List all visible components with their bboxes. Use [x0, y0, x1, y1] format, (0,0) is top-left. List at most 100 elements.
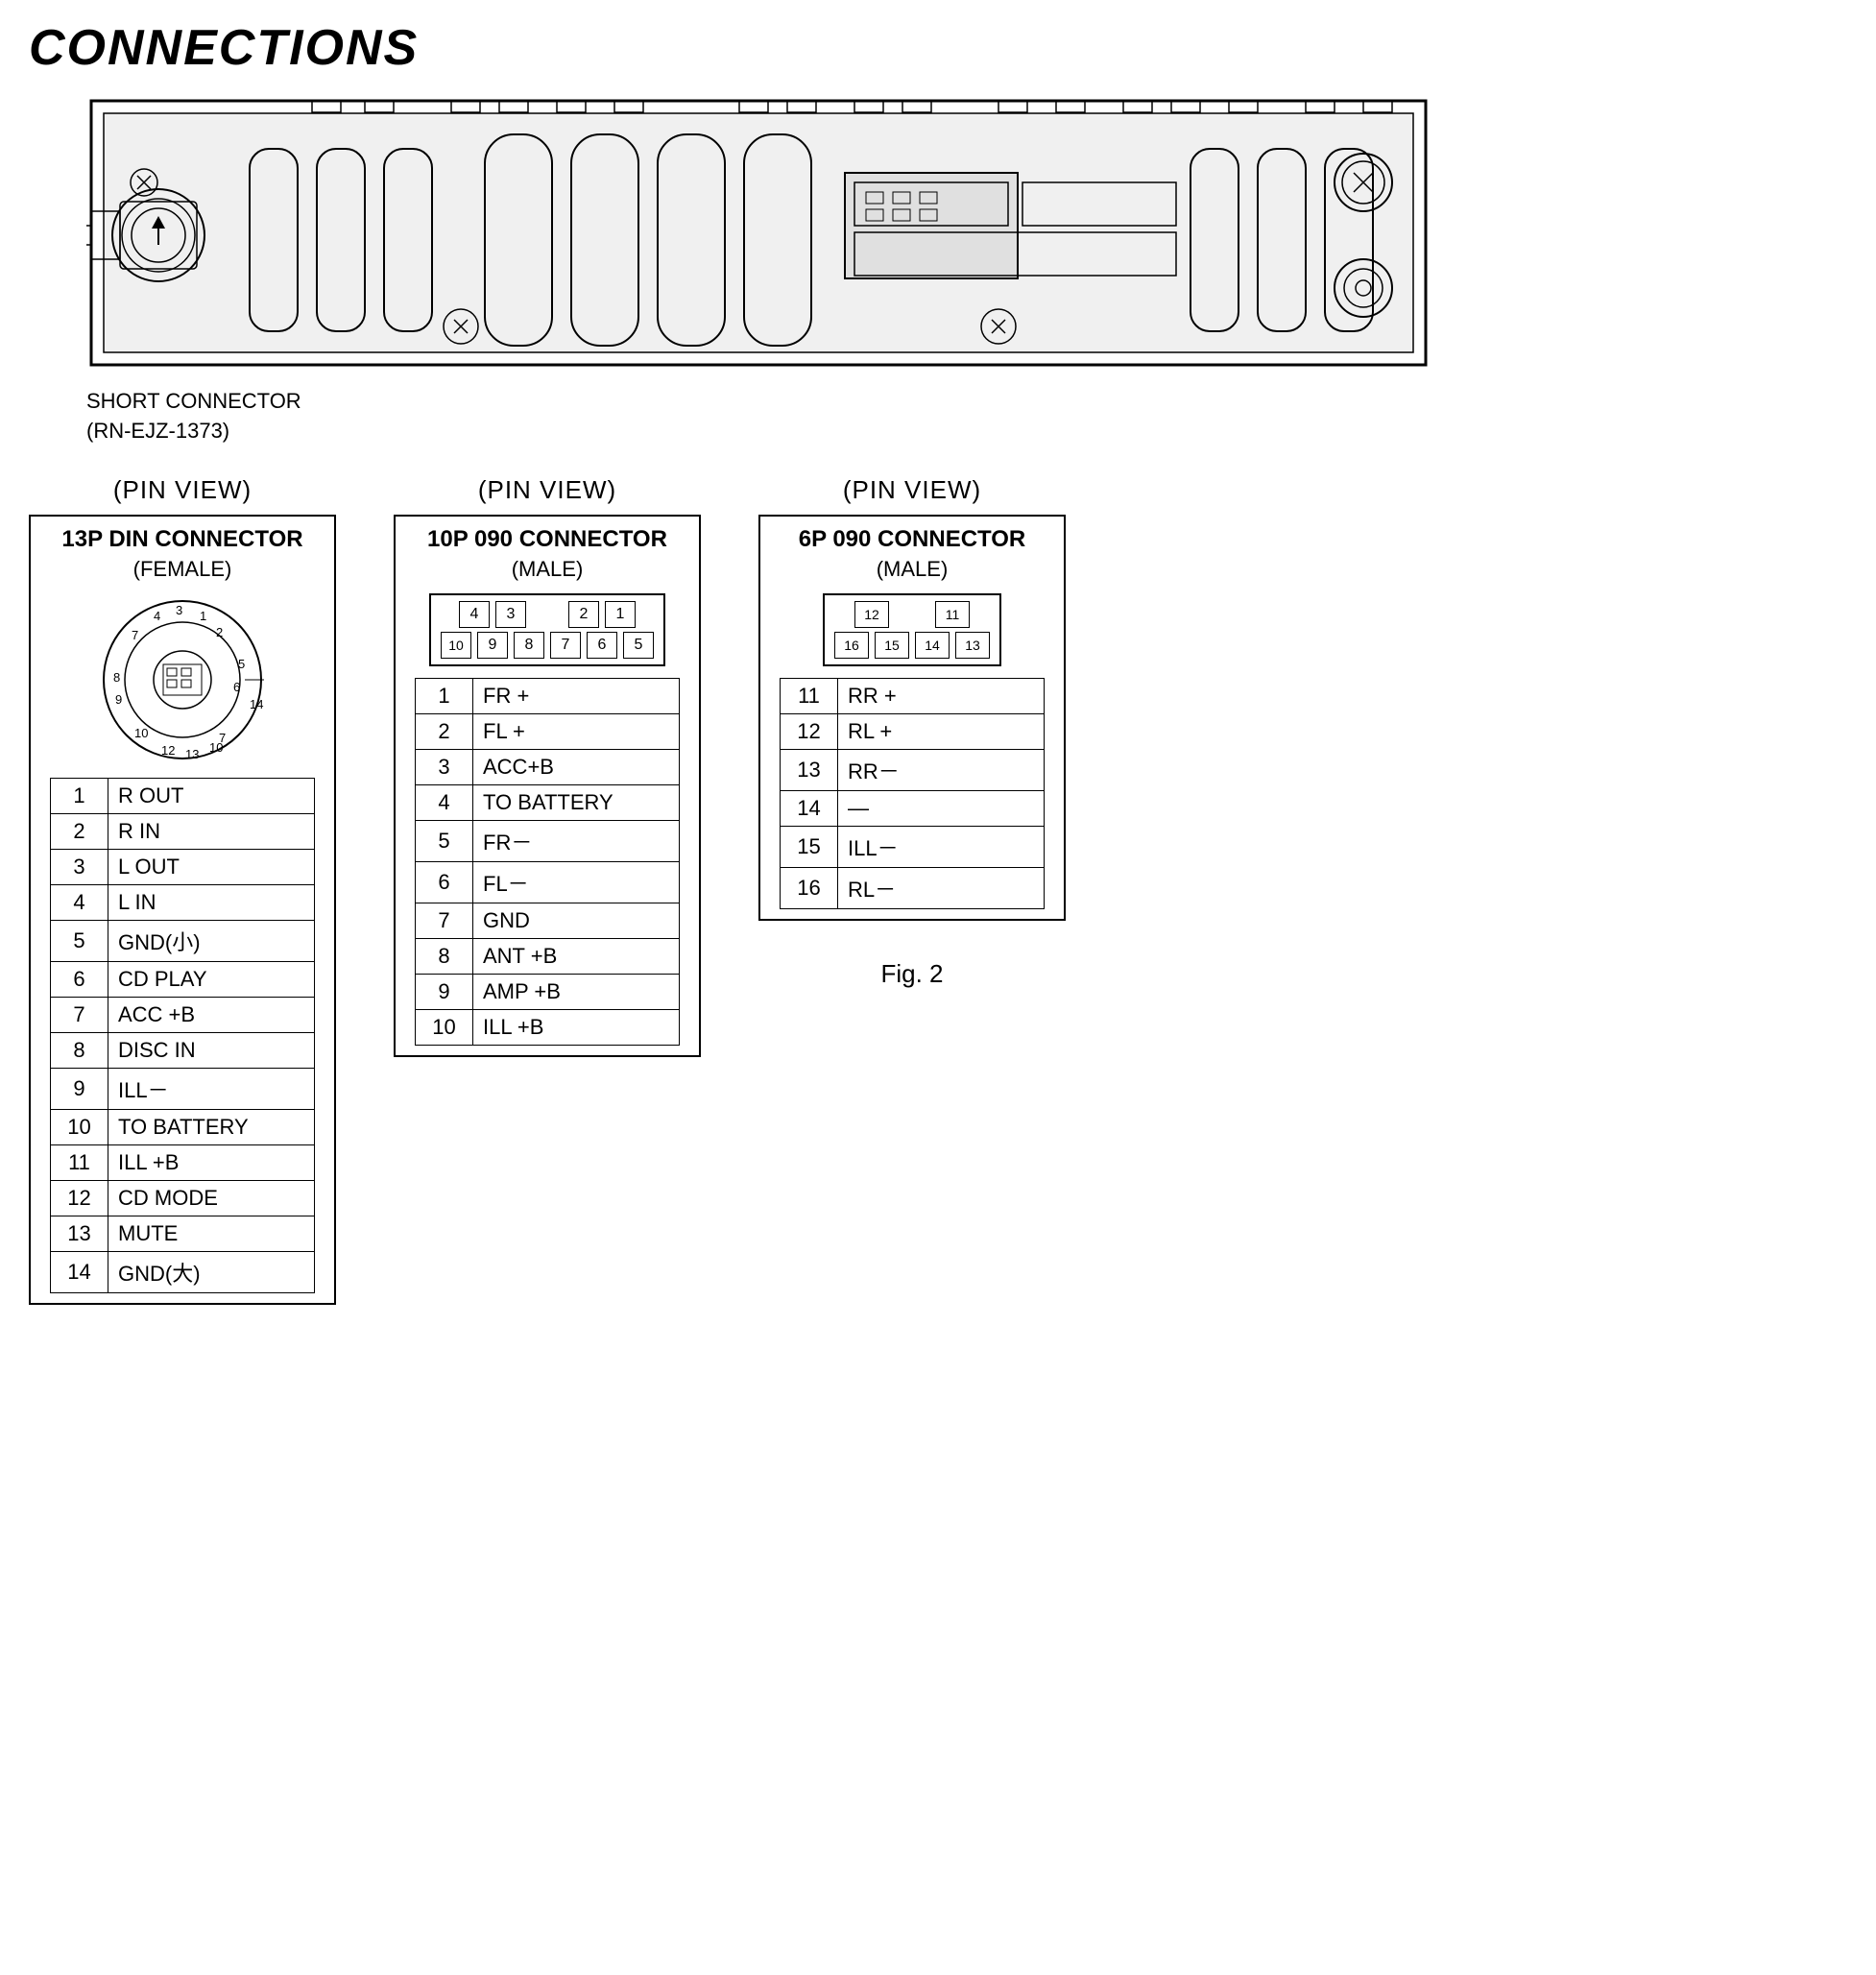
table-row: 9AMP +B [416, 974, 680, 1009]
pin-label: RL－ [838, 867, 1045, 908]
pin-label: RL + [838, 713, 1045, 749]
table-row: 11ILL +B [51, 1144, 315, 1180]
table-row: 3ACC+B [416, 749, 680, 784]
pin-number: 5 [416, 820, 473, 861]
svg-text:14: 14 [250, 697, 263, 711]
pin-number: 1 [51, 778, 108, 813]
pin-number: 1 [416, 678, 473, 713]
pin-label: ILL－ [108, 1068, 315, 1109]
svg-text:1: 1 [200, 609, 206, 623]
pin-number: 14 [51, 1251, 108, 1292]
pin-number: 13 [781, 749, 838, 790]
pin-label: GND(小) [108, 920, 315, 961]
pin-view-label-6p: (PIN VIEW) [843, 475, 981, 505]
table-row: 14GND(大) [51, 1251, 315, 1292]
pin-number: 6 [51, 961, 108, 997]
pin-label: AMP +B [473, 974, 680, 1009]
connector-13p-table: 1R OUT2R IN3L OUT4L IN5GND(小)6CD PLAY7AC… [50, 778, 315, 1293]
table-row: 4TO BATTERY [416, 784, 680, 820]
page-title: CONNECTIONS [29, 19, 1847, 77]
table-row: 2R IN [51, 813, 315, 849]
pin-label: FR + [473, 678, 680, 713]
pin-number: 4 [416, 784, 473, 820]
pin-number: 4 [51, 884, 108, 920]
table-row: 7ACC +B [51, 997, 315, 1032]
pin-label: GND [473, 903, 680, 938]
pin-number: 9 [51, 1068, 108, 1109]
pin-number: 7 [51, 997, 108, 1032]
table-row: 3L OUT [51, 849, 315, 884]
pin-number: 16 [781, 867, 838, 908]
table-row: 13RR－ [781, 749, 1045, 790]
pin-label: ACC+B [473, 749, 680, 784]
table-row: 8DISC IN [51, 1032, 315, 1068]
connector-10p-title: 10P 090 CONNECTOR [415, 526, 680, 553]
svg-text:9: 9 [115, 692, 122, 707]
pin-number: 8 [416, 938, 473, 974]
pin-label: DISC IN [108, 1032, 315, 1068]
table-row: 9ILL－ [51, 1068, 315, 1109]
table-row: 13MUTE [51, 1216, 315, 1251]
pin-number: 7 [416, 903, 473, 938]
svg-text:12: 12 [161, 743, 175, 758]
pin-label: L OUT [108, 849, 315, 884]
table-row: 14— [781, 790, 1045, 826]
connector-10p-table: 1FR +2FL +3ACC+B4TO BATTERY5FR－6FL－7GND8… [415, 678, 680, 1046]
svg-text:8: 8 [113, 670, 120, 685]
connector-6p-diagram: 12 11 16 15 14 13 [780, 593, 1045, 666]
connector-13p-diagram: 1 2 3 4 5 6 7 7 8 9 10 12 13 10 14 [96, 593, 269, 766]
connector-13p-title: 13P DIN CONNECTOR [50, 526, 315, 553]
pin-number: 15 [781, 826, 838, 867]
table-row: 2FL + [416, 713, 680, 749]
pin-view-label-10p: (PIN VIEW) [478, 475, 616, 505]
svg-text:2: 2 [216, 625, 223, 639]
pin-number: 3 [51, 849, 108, 884]
svg-text:4: 4 [154, 609, 160, 623]
pin-label: ANT +B [473, 938, 680, 974]
pin-number: 2 [51, 813, 108, 849]
table-row: 15ILL－ [781, 826, 1045, 867]
connector-10p-section: (PIN VIEW) 10P 090 CONNECTOR (MALE) 4 3 … [394, 475, 701, 1057]
pin-label: CD PLAY [108, 961, 315, 997]
pin-number: 5 [51, 920, 108, 961]
table-row: 5FR－ [416, 820, 680, 861]
table-row: 4L IN [51, 884, 315, 920]
pin-label: R OUT [108, 778, 315, 813]
table-row: 6FL－ [416, 861, 680, 903]
pin-number: 14 [781, 790, 838, 826]
table-row: 10TO BATTERY [51, 1109, 315, 1144]
table-row: 1FR + [416, 678, 680, 713]
pin-number: 13 [51, 1216, 108, 1251]
table-row: 11RR + [781, 678, 1045, 713]
svg-text:3: 3 [176, 603, 182, 617]
pin-number: 11 [781, 678, 838, 713]
pin-label: L IN [108, 884, 315, 920]
pin-label: FR－ [473, 820, 680, 861]
connector-10p-subtitle: (MALE) [415, 557, 680, 582]
svg-text:10: 10 [209, 740, 223, 755]
pin-label: ILL +B [473, 1009, 680, 1045]
table-row: 16RL－ [781, 867, 1045, 908]
connector-13p-box: 13P DIN CONNECTOR (FEMALE) 1 2 [29, 515, 336, 1305]
pin-label: TO BATTERY [108, 1109, 315, 1144]
pin-number: 6 [416, 861, 473, 903]
pin-label: ILL +B [108, 1144, 315, 1180]
pin-label: CD MODE [108, 1180, 315, 1216]
pin-label: TO BATTERY [473, 784, 680, 820]
pin-number: 9 [416, 974, 473, 1009]
pin-number: 2 [416, 713, 473, 749]
connector-6p-table: 11RR +12RL +13RR－14—15ILL－16RL－ [780, 678, 1045, 909]
pin-label: ACC +B [108, 997, 315, 1032]
connector-6p-subtitle: (MALE) [780, 557, 1045, 582]
pin-number: 11 [51, 1144, 108, 1180]
pin-label: ILL－ [838, 826, 1045, 867]
connector-10p-diagram: 4 3 2 1 10 9 8 7 6 5 [415, 593, 680, 666]
pin-number: 10 [416, 1009, 473, 1045]
pin-tables-row: (PIN VIEW) 13P DIN CONNECTOR (FEMALE) 1 [29, 475, 1847, 1305]
table-row: 6CD PLAY [51, 961, 315, 997]
table-row: 12CD MODE [51, 1180, 315, 1216]
connector-13p-section: (PIN VIEW) 13P DIN CONNECTOR (FEMALE) 1 [29, 475, 336, 1305]
svg-text:5: 5 [238, 657, 245, 671]
pin-label: RR－ [838, 749, 1045, 790]
pin-number: 10 [51, 1109, 108, 1144]
